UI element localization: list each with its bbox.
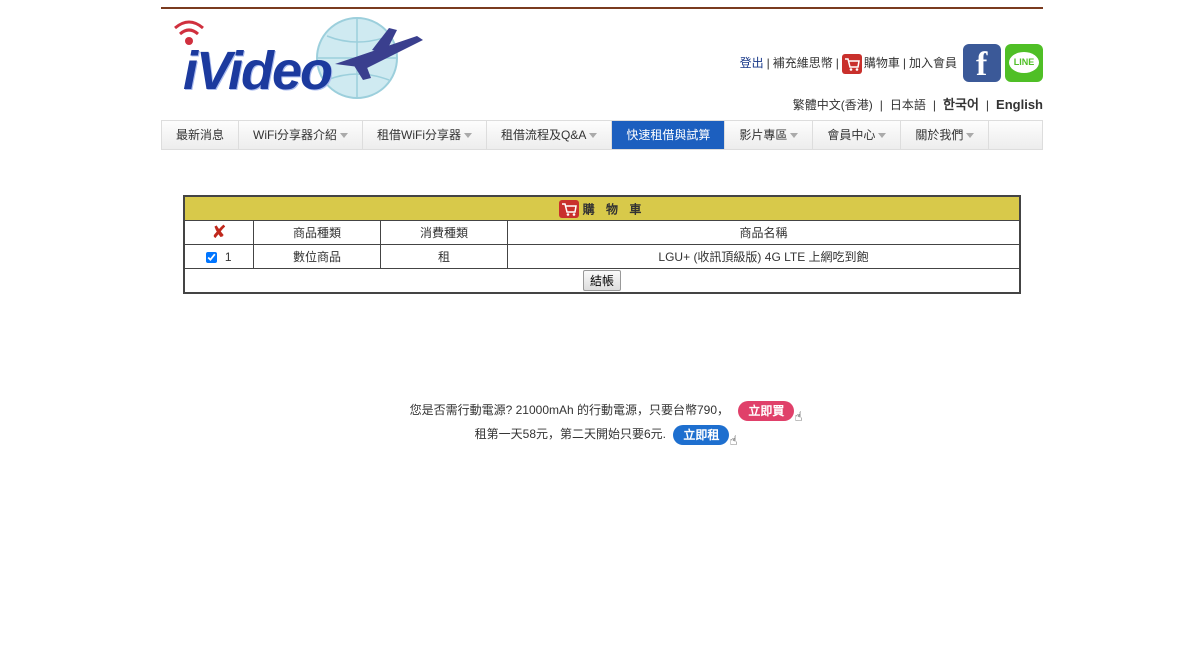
promo-line-buy: 您是否需行動電源? 21000mAh 的行動電源，只要台幣790， 立即買 ☝ [161, 400, 1043, 424]
chevron-down-icon [790, 133, 799, 139]
col-type: 消費種類 [380, 220, 508, 245]
lang-zh-hk[interactable]: 繁體中文(香港) [793, 98, 873, 112]
chevron-down-icon [464, 133, 473, 139]
chevron-down-icon [589, 133, 598, 139]
delete-all-icon[interactable]: ✘ [183, 220, 254, 245]
hand-cursor-icon: ☝ [729, 432, 738, 448]
cart-table: 購 物 車 ✘ 商品種類 消費種類 商品名稱 1 數位商品 租 LGU+ (收訊… [183, 195, 1021, 294]
nav-videos[interactable]: 影片專區 [725, 121, 814, 149]
cart-icon[interactable] [841, 54, 862, 74]
cart-column-headers: ✘ 商品種類 消費種類 商品名稱 [183, 220, 1021, 245]
account-links: 登出 | 補充維思幣 | 購物車 | 加入會員 [740, 54, 957, 74]
row-product-name: LGU+ (收訊頂級版) 4G LTE 上網吃到飽 [507, 244, 1021, 269]
row-category: 數位商品 [253, 244, 381, 269]
cart-header: 購 物 車 [183, 195, 1021, 221]
nav-rent-wifi[interactable]: 租借WiFi分享器 [363, 121, 488, 149]
promo-text-rent: 租第一天58元，第二天開始只要6元. [474, 427, 666, 441]
promo-text-buy: 您是否需行動電源? 21000mAh 的行動電源，只要台幣790， [409, 403, 730, 417]
join-link[interactable]: 加入會員 [909, 56, 957, 70]
nav-about[interactable]: 關於我們 [901, 121, 990, 149]
promo-section: 您是否需行動電源? 21000mAh 的行動電源，只要台幣790， 立即買 ☝ 租… [161, 400, 1043, 448]
chevron-down-icon [340, 133, 349, 139]
nav-wifi-intro[interactable]: WiFi分享器介紹 [239, 121, 364, 149]
cart-icon [558, 199, 579, 218]
facebook-icon[interactable]: f [963, 44, 1001, 83]
lang-ko[interactable]: 한국어 [943, 97, 979, 112]
main-nav: 最新消息 WiFi分享器介紹 租借WiFi分享器 租借流程及Q&A 快速租借與試… [161, 120, 1043, 150]
chevron-down-icon [966, 133, 975, 139]
col-name: 商品名稱 [507, 220, 1021, 245]
line-icon[interactable]: LINE [1005, 44, 1043, 82]
hand-cursor-icon: ☝ [794, 408, 803, 424]
logout-link[interactable]: 登出 [740, 56, 764, 70]
ivideo-logo[interactable]: iVideo [167, 14, 427, 104]
nav-quick-rent[interactable]: 快速租借與試算 [612, 121, 726, 149]
rent-now-button[interactable]: 立即租 ☝ [673, 424, 737, 448]
row-index: 1 [224, 249, 232, 264]
nav-rental-process[interactable]: 租借流程及Q&A [487, 121, 613, 149]
cart-link[interactable]: 購物車 [864, 56, 900, 70]
social-links: f LINE [959, 44, 1043, 83]
cart-title: 購 物 車 [582, 202, 646, 216]
topup-link[interactable]: 補充維思幣 [773, 56, 833, 70]
checkout-row: 結帳 [183, 268, 1021, 294]
col-category: 商品種類 [253, 220, 381, 245]
row-type: 租 [380, 244, 508, 269]
nav-member-center[interactable]: 會員中心 [813, 121, 902, 149]
chevron-down-icon [878, 133, 887, 139]
top-divider [161, 7, 1043, 9]
row-checkbox[interactable] [206, 251, 218, 263]
checkout-button[interactable]: 結帳 [582, 270, 621, 291]
nav-news[interactable]: 最新消息 [162, 121, 240, 149]
table-row: 1 數位商品 租 LGU+ (收訊頂級版) 4G LTE 上網吃到飽 [183, 244, 1021, 269]
row-select: 1 [183, 244, 254, 269]
language-switcher: 繁體中文(香港) | 日本語 | 한국어 | English [792, 97, 1043, 112]
lang-en[interactable]: English [996, 97, 1043, 112]
logo-text: iVideo [183, 41, 333, 101]
promo-line-rent: 租第一天58元，第二天開始只要6元. 立即租 ☝ [161, 424, 1043, 448]
buy-now-button[interactable]: 立即買 ☝ [738, 400, 802, 424]
lang-ja[interactable]: 日本語 [890, 98, 926, 112]
